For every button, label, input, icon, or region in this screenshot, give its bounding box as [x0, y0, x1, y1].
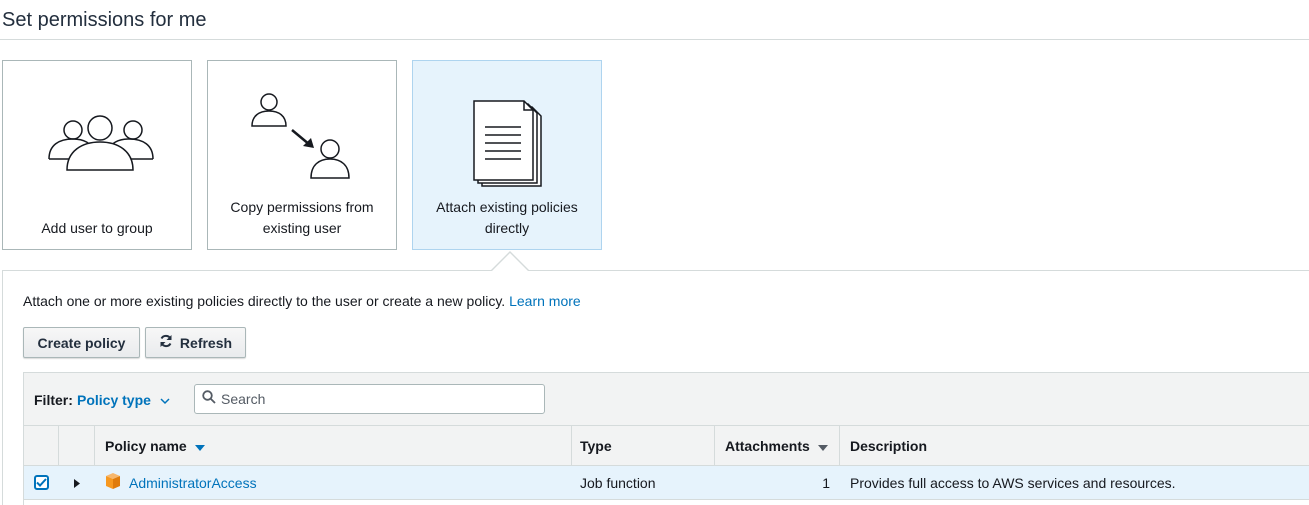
copy-permissions-label: Copy permissions from existing user [230, 199, 374, 236]
table-row[interactable]: AdministratorAccess Job function 1 Provi… [24, 466, 1309, 500]
panel-instructions: Attach one or more existing policies dir… [23, 293, 581, 309]
row-checkbox[interactable] [34, 475, 49, 490]
document-stack-icon [413, 61, 601, 191]
search-input[interactable] [221, 391, 531, 407]
attach-policies-label: Attach existing policies directly [436, 199, 578, 236]
add-user-to-group-label: Add user to group [41, 220, 153, 236]
policy-type-cell: Job function [580, 474, 656, 491]
expand-column-header [59, 426, 95, 465]
table-header: Policy name Type Attachments Description [24, 426, 1309, 466]
select-column-header [24, 426, 59, 465]
refresh-label: Refresh [179, 334, 233, 351]
refresh-button[interactable]: Refresh [145, 327, 246, 358]
search-icon [202, 389, 216, 409]
sort-icon [817, 438, 828, 454]
chevron-down-icon [160, 392, 170, 408]
copy-user-icon [208, 61, 396, 191]
policy-name-header-label: Policy name [105, 437, 187, 454]
filter-value: Policy type [77, 392, 151, 408]
add-user-to-group-option[interactable]: Add user to group [2, 60, 192, 250]
policy-type-filter-dropdown[interactable]: Policy type [77, 392, 170, 408]
filter-bar: Filter: Policy type [24, 373, 1309, 426]
title-divider [0, 39, 1309, 40]
policy-cube-icon [105, 473, 121, 492]
description-cell: Provides full access to AWS services and… [850, 474, 1176, 491]
policies-table: Filter: Policy type Policy name [23, 372, 1309, 505]
create-policy-button[interactable]: Create policy [23, 327, 140, 358]
attachments-column-header[interactable]: Attachments [715, 426, 840, 465]
attach-policies-option[interactable]: Attach existing policies directly [412, 60, 602, 250]
description-column-header[interactable]: Description [840, 426, 1309, 465]
search-box[interactable] [194, 384, 545, 414]
filter-label: Filter: [34, 392, 73, 408]
sort-descending-icon [194, 438, 205, 454]
copy-permissions-option[interactable]: Copy permissions from existing user [207, 60, 397, 250]
expand-row-icon[interactable] [74, 475, 80, 491]
attachments-cell: 1 [822, 474, 830, 491]
instructions-text: Attach one or more existing policies dir… [23, 293, 506, 309]
description-header-label: Description [850, 437, 928, 454]
policy-name-column-header[interactable]: Policy name [95, 426, 572, 465]
create-policy-label: Create policy [37, 334, 126, 351]
refresh-icon [159, 334, 173, 351]
learn-more-link[interactable]: Learn more [509, 293, 581, 309]
type-header-label: Type [580, 437, 612, 454]
attachments-header-label: Attachments [725, 437, 810, 454]
user-group-icon [3, 61, 191, 191]
type-column-header[interactable]: Type [572, 426, 715, 465]
page-title: Set permissions for me [2, 9, 207, 31]
policy-name-link[interactable]: AdministratorAccess [129, 475, 257, 491]
